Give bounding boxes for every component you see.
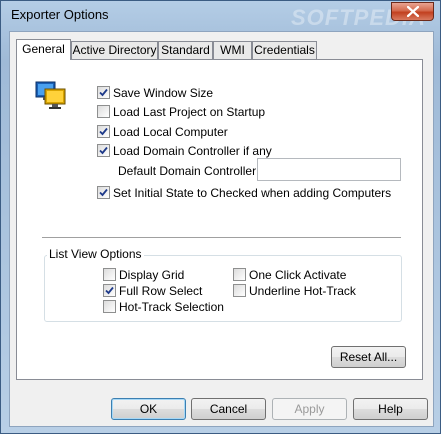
full-row-select-label: Full Row Select [119, 284, 203, 298]
save-window-size-label: Save Window Size [113, 86, 214, 100]
checkmark-icon [99, 88, 108, 97]
default-domain-controller-input[interactable] [257, 158, 401, 181]
one-click-activate-label: One Click Activate [249, 268, 347, 282]
checkmark-icon [99, 146, 108, 155]
dialog-client-area: General Active Directory Standard WMI Cr… [9, 31, 434, 427]
monitors-icon [35, 81, 66, 109]
cancel-button[interactable]: Cancel [191, 398, 266, 420]
tab-general-label: General [22, 42, 65, 56]
load-last-project-checkbox[interactable] [97, 105, 110, 118]
tab-wmi[interactable]: WMI [213, 41, 252, 59]
tab-general[interactable]: General [16, 39, 71, 60]
underline-hot-track-checkbox[interactable] [233, 284, 246, 297]
initial-state-checked-checkbox[interactable] [97, 186, 110, 199]
tab-wmi-label: WMI [220, 43, 245, 57]
tab-active-directory[interactable]: Active Directory [71, 41, 158, 59]
load-last-project-label: Load Last Project on Startup [113, 105, 266, 119]
hot-track-selection-label: Hot-Track Selection [119, 300, 224, 314]
help-button[interactable]: Help [353, 398, 428, 420]
separator [42, 237, 401, 239]
full-row-select-checkbox[interactable] [103, 284, 116, 297]
window-title: Exporter Options [11, 7, 109, 22]
exporter-options-window: Exporter Options SOFTPEDIA General Activ… [0, 0, 441, 434]
checkmark-icon [99, 127, 108, 136]
general-tab-panel: Save Window Size Load Last Project on St… [16, 59, 423, 380]
apply-button[interactable]: Apply [272, 398, 347, 420]
reset-all-button[interactable]: Reset All... [331, 346, 406, 368]
tab-standard-label: Standard [161, 43, 210, 57]
checkmark-icon [105, 286, 114, 295]
close-button[interactable] [391, 2, 434, 21]
list-view-options-title: List View Options [47, 247, 144, 261]
ok-button[interactable]: OK [111, 398, 186, 420]
tab-credentials[interactable]: Credentials [252, 41, 317, 59]
tab-credentials-label: Credentials [254, 43, 315, 57]
initial-state-checked-label: Set Initial State to Checked when adding… [113, 186, 392, 200]
hot-track-selection-checkbox[interactable] [103, 300, 116, 313]
load-local-computer-checkbox[interactable] [97, 125, 110, 138]
default-domain-controller-label: Default Domain Controller: [118, 164, 260, 178]
display-grid-label: Display Grid [119, 268, 185, 282]
save-window-size-checkbox[interactable] [97, 86, 110, 99]
close-icon [407, 6, 419, 17]
load-local-computer-label: Load Local Computer [113, 125, 228, 139]
load-domain-controller-label: Load Domain Controller if any [113, 144, 272, 158]
one-click-activate-checkbox[interactable] [233, 268, 246, 281]
tab-active-directory-label: Active Directory [72, 43, 157, 57]
tab-standard[interactable]: Standard [158, 41, 213, 59]
title-bar[interactable]: Exporter Options SOFTPEDIA [1, 1, 441, 31]
load-domain-controller-checkbox[interactable] [97, 144, 110, 157]
display-grid-checkbox[interactable] [103, 268, 116, 281]
underline-hot-track-label: Underline Hot-Track [249, 284, 356, 298]
checkmark-icon [99, 188, 108, 197]
